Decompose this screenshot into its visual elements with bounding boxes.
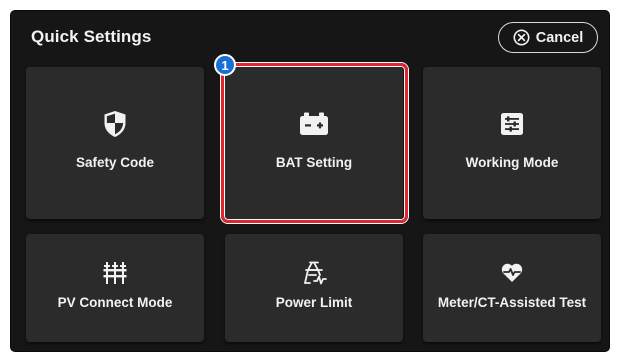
- step-badge: 1: [214, 54, 236, 76]
- tile-bat-setting[interactable]: BAT Setting: [225, 67, 403, 219]
- pv-strings-icon: [103, 261, 127, 285]
- cancel-button[interactable]: Cancel: [498, 22, 598, 53]
- power-limit-icon: [301, 261, 327, 285]
- tile-safety-code[interactable]: Safety Code: [26, 67, 204, 219]
- tile-label: BAT Setting: [275, 155, 353, 170]
- tile-power-limit[interactable]: Power Limit: [225, 234, 403, 342]
- heart-pulse-icon: [501, 261, 523, 285]
- page-title: Quick Settings: [31, 27, 152, 46]
- tile-label: Meter/CT-Assisted Test: [437, 295, 587, 310]
- cancel-button-label: Cancel: [535, 29, 584, 46]
- tile-label: Power Limit: [275, 295, 353, 310]
- sliders-icon: [500, 110, 524, 138]
- shield-icon: [103, 110, 127, 138]
- tile-meter-ct-assisted-test[interactable]: Meter/CT-Assisted Test: [423, 234, 601, 342]
- close-circle-icon: [513, 29, 530, 46]
- tile-working-mode[interactable]: Working Mode: [423, 67, 601, 219]
- tile-label: Working Mode: [465, 155, 559, 170]
- tile-label: PV Connect Mode: [57, 295, 173, 310]
- battery-icon: [299, 110, 329, 138]
- quick-settings-screen: Quick Settings Cancel Safety Code BAT Se…: [11, 11, 609, 351]
- tile-label: Safety Code: [75, 155, 155, 170]
- tile-pv-connect-mode[interactable]: PV Connect Mode: [26, 234, 204, 342]
